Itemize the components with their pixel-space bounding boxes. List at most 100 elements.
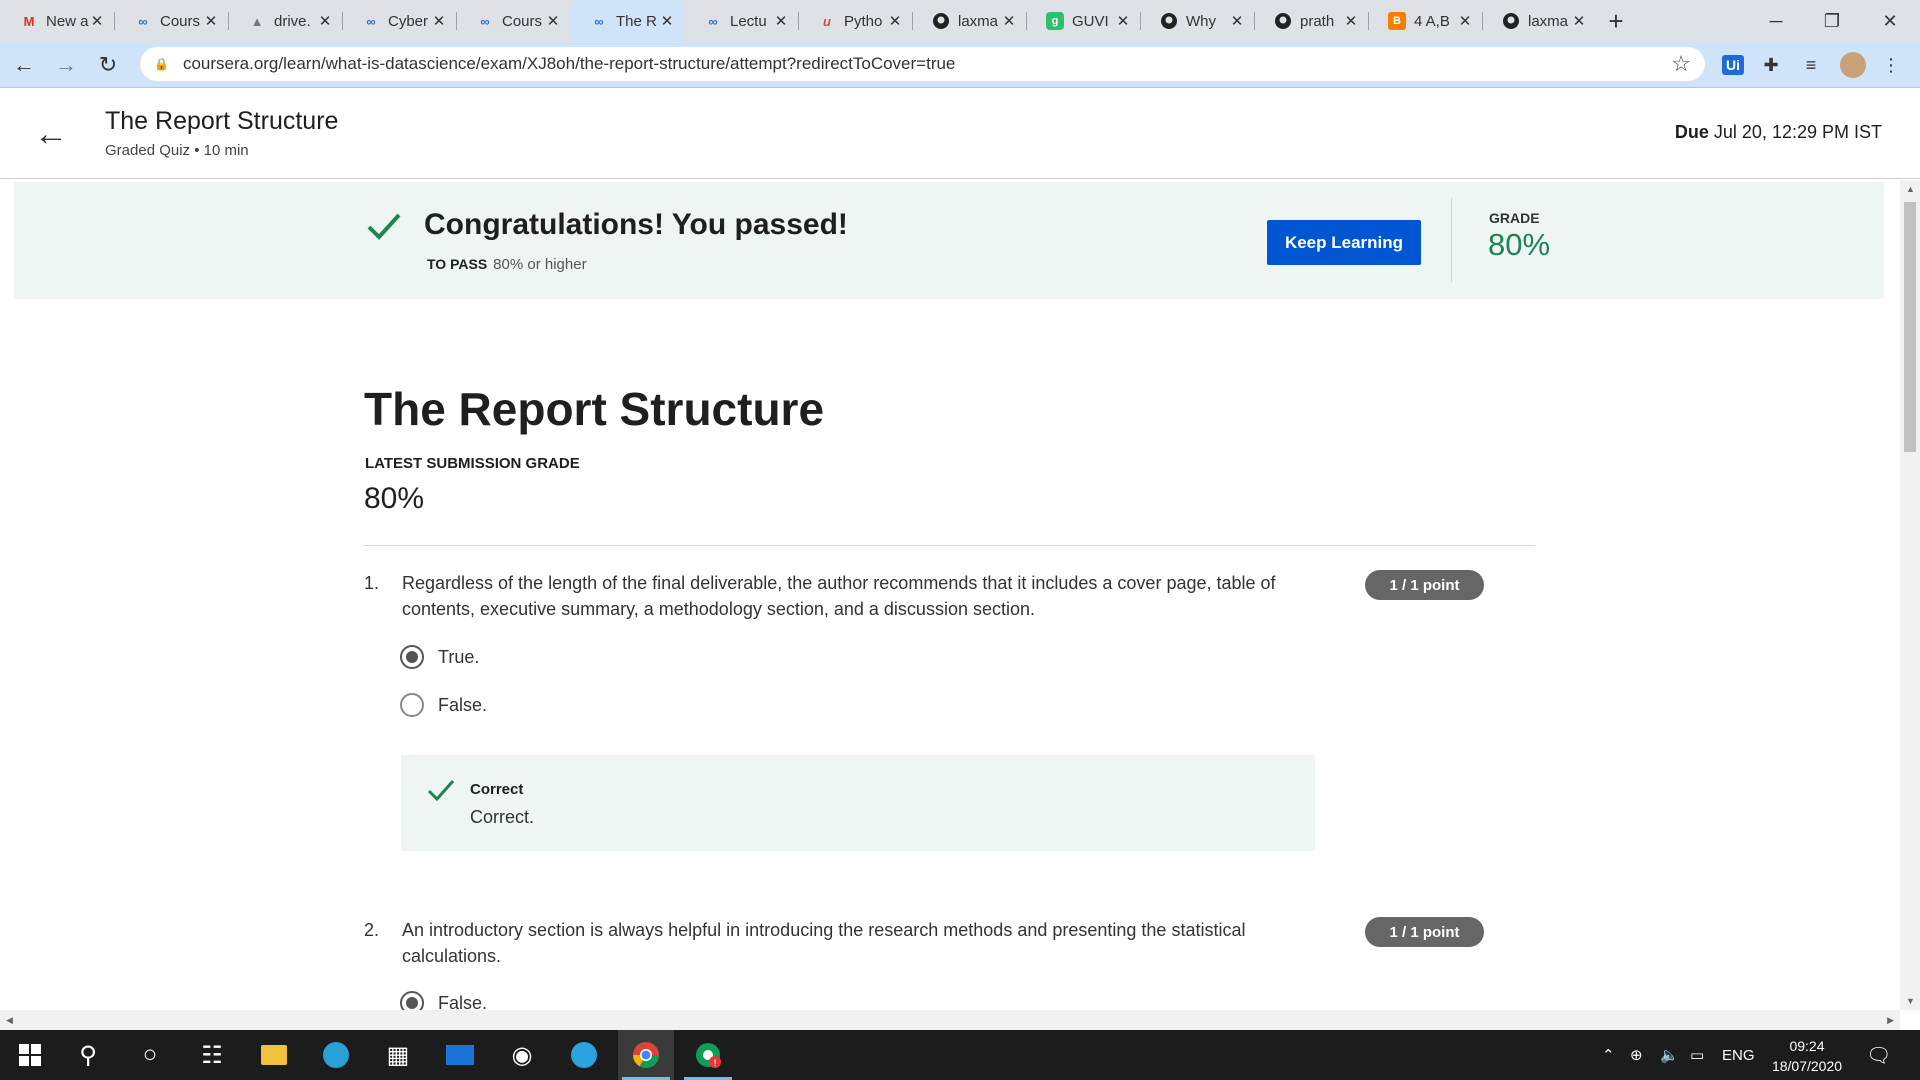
- close-tab-icon[interactable]: ✕: [432, 12, 446, 30]
- browser-tab[interactable]: M New a ✕: [0, 0, 114, 42]
- restore-icon[interactable]: ❐: [1804, 0, 1860, 42]
- pass-headline: Congratulations! You passed!: [424, 208, 848, 241]
- windows-taskbar: ⚲ ○ ☷ ▦ ◉ ! ⌃ ⊕ 🔈 ▭ ENG 09:24 18/07/2020…: [0, 1030, 1920, 1080]
- quiz-subtitle: Graded Quiz • 10 min: [105, 142, 249, 159]
- grade-label: GRADE: [1489, 210, 1540, 226]
- task-view-icon[interactable]: ☷: [184, 1030, 240, 1080]
- telegram-icon[interactable]: [556, 1030, 612, 1080]
- to-pass-info: TO PASS 80% or higher: [427, 256, 587, 273]
- media-queue-icon[interactable]: ≡: [1796, 50, 1826, 80]
- chrome-alert-icon[interactable]: !: [680, 1030, 736, 1080]
- question-text: Regardless of the length of the final de…: [402, 573, 1276, 619]
- coursera-icon: ∞: [594, 13, 604, 29]
- scroll-left-icon[interactable]: ◀: [6, 1015, 13, 1026]
- browser-tab[interactable]: Why ✕: [1140, 0, 1254, 42]
- quiz-title: The Report Structure: [105, 107, 339, 135]
- browser-tab[interactable]: ∞ Lectu ✕: [684, 0, 798, 42]
- close-tab-icon[interactable]: ✕: [1230, 12, 1244, 30]
- close-tab-icon[interactable]: ✕: [774, 12, 788, 30]
- close-tab-icon[interactable]: ✕: [1344, 12, 1358, 30]
- search-icon[interactable]: ⚲: [60, 1030, 116, 1080]
- points-badge: 1 / 1 point: [1365, 570, 1484, 600]
- notification-icon[interactable]: 🗨: [1866, 1030, 1891, 1080]
- close-tab-icon[interactable]: ✕: [888, 12, 902, 30]
- gmail-icon: M: [23, 13, 35, 29]
- network-globe-icon[interactable]: ⊕: [1630, 1030, 1643, 1080]
- quiz-header: ← The Report Structure Graded Quiz • 10 …: [0, 89, 1920, 179]
- udemy-icon: u: [823, 13, 831, 29]
- browser-tab[interactable]: u Pytho ✕: [798, 0, 912, 42]
- scroll-down-icon[interactable]: ▼: [1906, 996, 1915, 1006]
- mail-icon[interactable]: [432, 1030, 488, 1080]
- browser-tab[interactable]: ∞ Cyber ✕: [342, 0, 456, 42]
- browser-tab[interactable]: ∞ Cours ✕: [456, 0, 570, 42]
- forward-icon[interactable]: →: [48, 47, 84, 83]
- close-tab-icon[interactable]: ✕: [660, 12, 674, 30]
- cortana-icon[interactable]: ○: [122, 1030, 178, 1080]
- coursera-icon: ∞: [480, 13, 490, 29]
- browser-tab[interactable]: B 4 A,B ✕: [1368, 0, 1482, 42]
- browser-tab[interactable]: g GUVI ✕: [1026, 0, 1140, 42]
- close-window-icon[interactable]: ✕: [1862, 0, 1918, 42]
- battery-icon[interactable]: ▭: [1690, 1030, 1704, 1080]
- extensions-puzzle-icon[interactable]: ✚: [1756, 50, 1786, 80]
- volume-icon[interactable]: 🔈: [1660, 1030, 1679, 1080]
- address-bar[interactable]: 🔒 coursera.org/learn/what-is-datascience…: [140, 47, 1705, 81]
- radio-selected[interactable]: [400, 645, 424, 669]
- edge-icon[interactable]: [308, 1030, 364, 1080]
- guvi-icon: g: [1046, 12, 1064, 30]
- store-icon[interactable]: ▦: [370, 1030, 426, 1080]
- close-tab-icon[interactable]: ✕: [204, 12, 218, 30]
- divider: [1451, 198, 1452, 283]
- chrome-icon[interactable]: [618, 1030, 674, 1080]
- back-arrow-icon[interactable]: ←: [34, 115, 68, 154]
- back-icon[interactable]: ←: [6, 47, 42, 83]
- browser-tab-strip: M New a ✕ ∞ Cours ✕ ▲ drive. ✕ ∞ Cyber ✕…: [0, 0, 1920, 42]
- coursera-icon: ∞: [138, 13, 148, 29]
- windows-start-icon[interactable]: [2, 1030, 58, 1080]
- close-tab-icon[interactable]: ✕: [90, 12, 104, 30]
- coursera-icon: ∞: [708, 13, 718, 29]
- vertical-scrollbar[interactable]: ▲ ▼: [1900, 180, 1920, 1010]
- tray-chevron-icon[interactable]: ⌃: [1602, 1030, 1615, 1080]
- browser-tab[interactable]: laxma ✕: [1482, 0, 1596, 42]
- browser-tab[interactable]: prath ✕: [1254, 0, 1368, 42]
- scrollbar-thumb[interactable]: [1904, 202, 1916, 452]
- lock-icon: 🔒: [154, 57, 169, 71]
- svg-text:!: !: [713, 1059, 717, 1069]
- language-indicator[interactable]: ENG: [1722, 1030, 1755, 1080]
- browser-tab-active[interactable]: ∞ The R ✕: [570, 0, 684, 42]
- close-tab-icon[interactable]: ✕: [1116, 12, 1130, 30]
- bookmark-star-icon[interactable]: ☆: [1671, 51, 1691, 77]
- file-explorer-icon[interactable]: [246, 1030, 302, 1080]
- browser-tab[interactable]: laxma ✕: [912, 0, 1026, 42]
- new-tab-button[interactable]: +: [1596, 0, 1636, 42]
- answer-option[interactable]: False.: [400, 692, 487, 718]
- grade-value: 80%: [1488, 227, 1551, 262]
- minimize-icon[interactable]: ─: [1748, 0, 1804, 42]
- extension-icon[interactable]: Ui: [1718, 50, 1748, 80]
- blogger-icon: B: [1388, 12, 1406, 30]
- media-player-icon[interactable]: ◉: [494, 1030, 550, 1080]
- avatar[interactable]: [1838, 50, 1868, 80]
- keep-learning-button[interactable]: Keep Learning: [1267, 220, 1421, 265]
- menu-dots-icon[interactable]: ⋮: [1876, 50, 1906, 80]
- close-tab-icon[interactable]: ✕: [1002, 12, 1016, 30]
- scroll-right-icon[interactable]: ▶: [1887, 1015, 1894, 1026]
- radio-unselected[interactable]: [400, 693, 424, 717]
- browser-toolbar: ← → ↻ 🔒 coursera.org/learn/what-is-datas…: [0, 42, 1920, 88]
- close-tab-icon[interactable]: ✕: [1458, 12, 1472, 30]
- scroll-up-icon[interactable]: ▲: [1906, 184, 1915, 194]
- close-tab-icon[interactable]: ✕: [318, 12, 332, 30]
- horizontal-scrollbar[interactable]: ◀ ▶: [0, 1010, 1900, 1030]
- answer-option[interactable]: True.: [400, 644, 479, 670]
- pass-banner: Congratulations! You passed! TO PASS 80% …: [14, 182, 1884, 299]
- clock[interactable]: 09:24 18/07/2020: [1762, 1036, 1852, 1076]
- browser-tab[interactable]: ∞ Cours ✕: [114, 0, 228, 42]
- close-tab-icon[interactable]: ✕: [546, 12, 560, 30]
- reload-icon[interactable]: ↻: [90, 47, 126, 83]
- question-text: An introductory section is always helpfu…: [402, 920, 1246, 966]
- coursera-icon: ∞: [366, 13, 376, 29]
- browser-tab[interactable]: ▲ drive. ✕: [228, 0, 342, 42]
- close-tab-icon[interactable]: ✕: [1572, 12, 1586, 30]
